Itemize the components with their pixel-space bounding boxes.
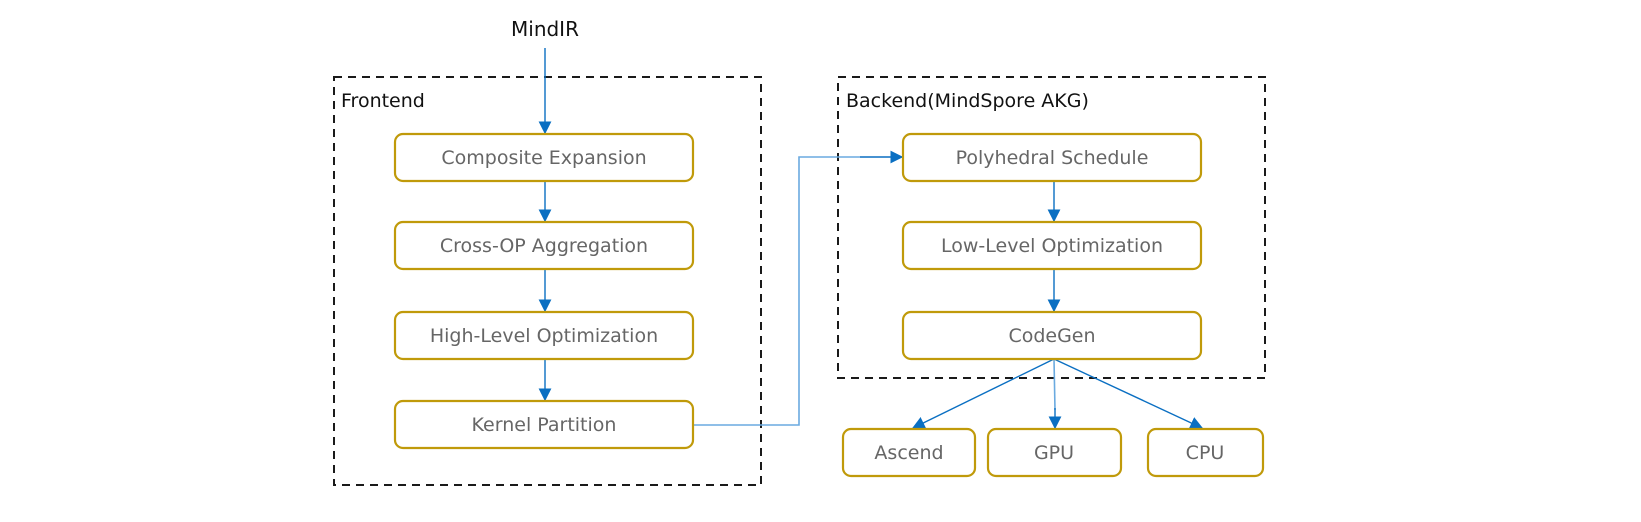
node-high-level-optimization: High-Level Optimization [393,310,695,361]
edge-codegen-to-gpu-line [1053,358,1056,411]
node-kernel-partition: Kernel Partition [393,399,695,450]
node-label: CPU [1186,442,1225,464]
node-label: Low-Level Optimization [941,235,1163,257]
node-label: Polyhedral Schedule [956,147,1149,169]
node-cross-op-aggregation: Cross-OP Aggregation [393,220,695,271]
backend-group-label: Backend(MindSpore AKG) [846,90,1089,112]
node-low-level-optimization: Low-Level Optimization [901,220,1203,271]
node-label: Composite Expansion [441,147,646,169]
edge-kernel-partition-to-polyhedral-schedule [693,156,860,426]
node-cpu: CPU [1146,427,1265,478]
node-label: Cross-OP Aggregation [440,235,648,257]
node-ascend: Ascend [841,427,977,478]
edge-codegen-to-cpu [1053,358,1204,429]
node-gpu: GPU [986,427,1123,478]
node-composite-expansion: Composite Expansion [393,132,695,183]
node-label: GPU [1034,442,1074,464]
node-codegen: CodeGen [901,310,1203,361]
mindir-label: MindIR [511,17,579,41]
node-label: Kernel Partition [472,414,617,436]
frontend-group-label: Frontend [341,90,425,112]
compilation-flow-diagram: MindIR Frontend Backend(MindSpore AKG) C… [333,17,1266,486]
node-label: Ascend [874,442,943,464]
node-label: CodeGen [1008,325,1095,347]
node-label: High-Level Optimization [430,325,658,347]
edge-codegen-to-ascend [911,358,1055,429]
node-polyhedral-schedule: Polyhedral Schedule [901,132,1203,183]
